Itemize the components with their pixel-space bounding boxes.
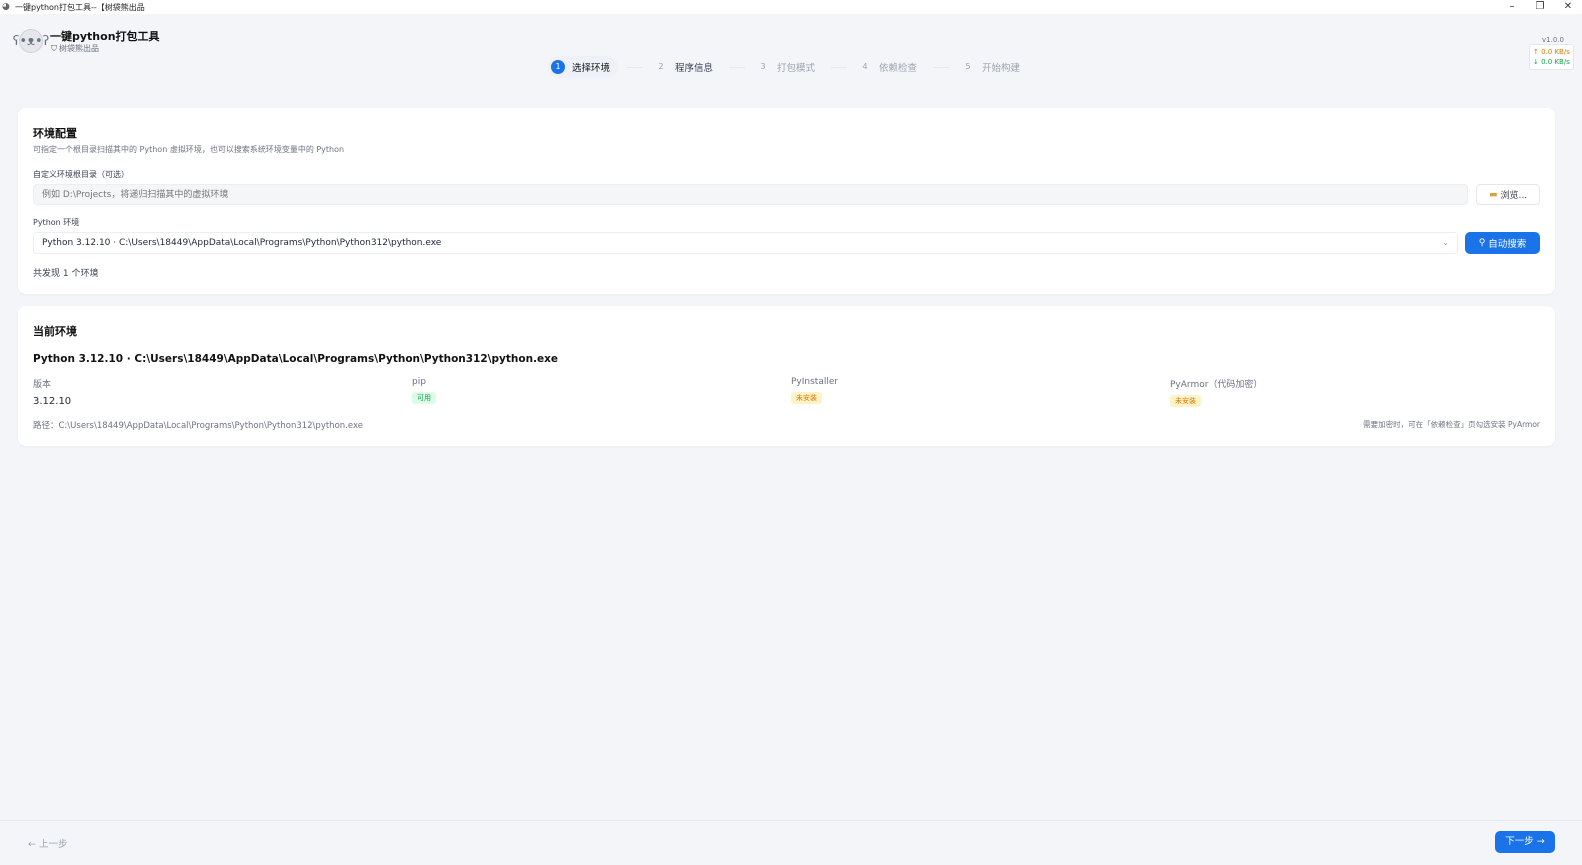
- step-start-build[interactable]: 5 开始构建: [961, 56, 1020, 78]
- koala-logo-icon: ʕ•ᴥ•ʔ: [13, 29, 49, 53]
- card-title: 当前环境: [33, 325, 77, 338]
- koala-icon: ◕: [2, 2, 10, 12]
- pyinstaller-header: PyInstaller: [791, 377, 839, 387]
- python-env-label: Python 环境: [33, 218, 80, 227]
- pip-header: pip: [412, 377, 426, 387]
- restore-button[interactable]: ❐: [1526, 0, 1554, 14]
- pyinstaller-status-badge: 未安装: [791, 392, 822, 404]
- search-icon: ⚲: [1478, 238, 1486, 248]
- step-label: 开始构建: [982, 63, 1021, 74]
- custom-dir-input[interactable]: [33, 184, 1468, 205]
- step-number: 4: [862, 62, 868, 71]
- brand-title: 一键python打包工具: [50, 30, 160, 43]
- version-column: 版本 3.12.10: [33, 377, 71, 407]
- auto-search-button[interactable]: ⚲ 自动搜索: [1465, 232, 1540, 254]
- pyinstaller-column: PyInstaller 未安装: [791, 377, 838, 404]
- close-button[interactable]: ✕: [1554, 0, 1582, 14]
- current-env-card: 当前环境 Python 3.12.10 · C:\Users\18449\App…: [18, 306, 1555, 446]
- step-connector: [934, 67, 950, 68]
- shield-icon: ⛉: [51, 44, 57, 53]
- window-controls: – ❐ ✕: [1498, 0, 1582, 14]
- auto-search-label: 自动搜索: [1488, 239, 1527, 250]
- step-connector: [831, 67, 847, 68]
- minimize-button[interactable]: –: [1498, 0, 1526, 14]
- chevron-down-icon: ⌄: [1442, 238, 1449, 247]
- window-title: 一键python打包工具--【树袋熊出品: [15, 2, 145, 12]
- custom-dir-label: 自定义环境根目录（可选）: [33, 170, 129, 179]
- card-title: 环境配置: [33, 127, 77, 140]
- browse-button-label: 浏览...: [1500, 191, 1528, 201]
- brand-subtitle: ⛉ 树袋熊出品: [51, 43, 99, 54]
- version-header: 版本: [33, 380, 52, 390]
- python-env-select[interactable]: Python 3.12.10 · C:\Users\18449\AppData\…: [33, 232, 1458, 254]
- pip-status-badge: 可用: [412, 392, 436, 404]
- prev-step-button[interactable]: ← 上一步: [28, 836, 67, 850]
- found-count-text: 共发现 1 个环境: [33, 269, 99, 279]
- step-connector: [626, 67, 642, 68]
- step-label: 打包模式: [777, 63, 816, 74]
- pyarmor-status-badge: 未安装: [1170, 395, 1201, 407]
- step-label: 程序信息: [675, 63, 714, 74]
- window-titlebar: ◕ 一键python打包工具--【树袋熊出品 – ❐ ✕: [0, 0, 1582, 14]
- step-connector: [729, 67, 745, 68]
- wizard-stepper: 1 选择环境 2 程序信息 3 打包模式 4 依赖检查 5 开始构建: [0, 56, 1582, 78]
- step-select-env[interactable]: 1 选择环境: [548, 56, 619, 78]
- version-value: 3.12.10: [33, 396, 72, 407]
- card-description: 可指定一个根目录扫描其中的 Python 虚拟环境，也可以搜索系统环境变量中的 …: [33, 145, 345, 154]
- env-config-card: 环境配置 可指定一个根目录扫描其中的 Python 虚拟环境，也可以搜索系统环境…: [18, 108, 1555, 294]
- step-label: 依赖检查: [879, 63, 918, 74]
- python-env-selected-value: Python 3.12.10 · C:\Users\18449\AppData\…: [42, 238, 442, 248]
- brand-subtitle-text: 树袋熊出品: [59, 44, 99, 53]
- next-step-button[interactable]: 下一步 →: [1495, 831, 1555, 853]
- wizard-footer: ← 上一步 下一步 →: [0, 820, 1582, 865]
- env-path-text: 路径：C:\Users\18449\AppData\Local\Programs…: [33, 421, 363, 431]
- browse-button[interactable]: ▬ 浏览...: [1476, 184, 1540, 205]
- pyarmor-column: PyArmor（代码加密） 未安装: [1170, 377, 1262, 407]
- step-label: 选择环境: [572, 63, 611, 74]
- pip-column: pip 可用: [412, 377, 436, 404]
- step-pack-mode[interactable]: 3 打包模式: [756, 56, 815, 78]
- folder-icon: ▬: [1488, 189, 1498, 200]
- step-number: 3: [760, 62, 766, 71]
- step-program-info[interactable]: 2 程序信息: [654, 56, 713, 78]
- pyarmor-hint-text: 需要加密时，可在「依赖检查」页勾选安装 PyArmor: [1363, 420, 1540, 429]
- step-number: 2: [658, 62, 664, 71]
- current-env-name: Python 3.12.10 · C:\Users\18449\AppData\…: [33, 353, 559, 365]
- step-dependency-check[interactable]: 4 依赖检查: [858, 56, 917, 78]
- step-number: 1: [551, 60, 565, 74]
- step-number: 5: [965, 62, 971, 71]
- pyarmor-header: PyArmor（代码加密）: [1170, 380, 1263, 390]
- version-label: v1.0.0: [1542, 36, 1564, 44]
